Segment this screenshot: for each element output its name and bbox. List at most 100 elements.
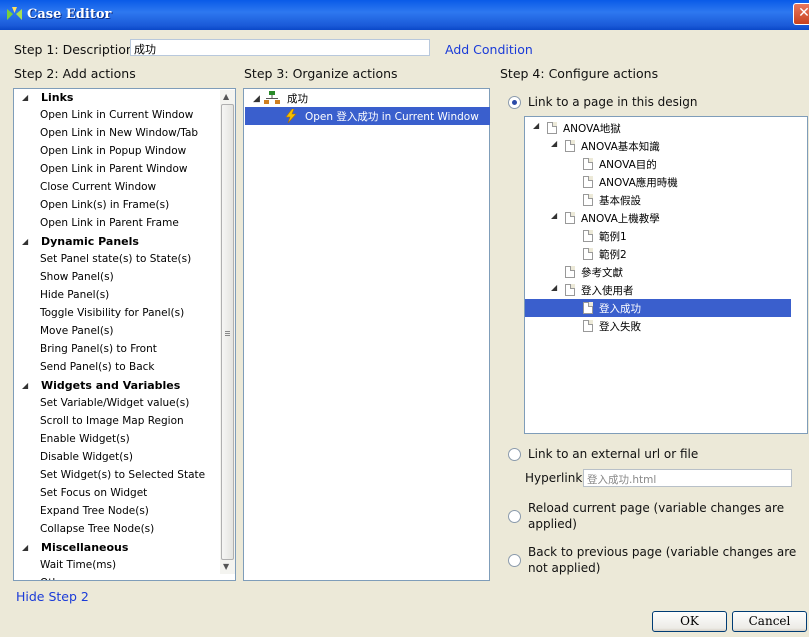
page-icon (583, 194, 593, 206)
action-item[interactable]: Show Panel(s) (40, 271, 114, 283)
action-item[interactable]: Set Widget(s) to Selected State (40, 469, 205, 481)
action-item[interactable]: Bring Panel(s) to Front (40, 343, 157, 355)
action-item[interactable]: Hide Panel(s) (40, 289, 109, 301)
page-icon (583, 158, 593, 170)
radio-reload[interactable] (508, 510, 521, 523)
page-icon (583, 302, 593, 314)
case-tree-icon (264, 91, 280, 104)
description-input[interactable]: 成功 (130, 39, 430, 56)
action-item[interactable]: Open Link(s) in Frame(s) (40, 199, 169, 211)
tree-node-label: ANOVA上機教學 (581, 213, 660, 225)
page-tree: ◢ ANOVA地獄 ◢ ANOVA基本知識 ANOVA目的 ANOVA應用時機 基本假設 ◢ A… (524, 116, 808, 434)
scroll-up-icon[interactable]: ▲ (223, 92, 229, 101)
tree-node[interactable]: 範例1 (525, 227, 791, 245)
action-item[interactable]: Open Link in Current Window (40, 109, 193, 121)
group-collapse-icon[interactable]: ◢ (22, 93, 28, 102)
tree-node[interactable]: 基本假設 (525, 191, 791, 209)
action-item[interactable]: Set Panel state(s) to State(s) (40, 253, 191, 265)
tree-node-label: 參考文獻 (581, 267, 623, 279)
page-icon (547, 122, 557, 134)
cancel-button[interactable]: Cancel (732, 611, 807, 632)
tree-node[interactable]: ◢ ANOVA基本知識 (525, 137, 791, 155)
action-item[interactable]: Open Link in New Window/Tab (40, 127, 198, 139)
tree-node-label: 登入失敗 (599, 321, 641, 333)
reload-label-1: Reload current page (variable changes ar… (528, 501, 785, 515)
page-icon (583, 248, 593, 260)
close-button[interactable]: ✕ (793, 3, 809, 25)
window-title: Case Editor (27, 7, 112, 22)
radio-external-url[interactable] (508, 448, 521, 461)
actions-scrollbar[interactable]: ▲ ▼ (220, 90, 235, 574)
collapse-arrow-icon[interactable]: ◢ (253, 94, 260, 104)
tree-node-label: 登入使用者 (581, 285, 634, 297)
organize-actions-panel: ◢ 成功 Open 登入成功 in Current Window (243, 88, 490, 581)
action-group-2[interactable]: Widgets and Variables (41, 379, 180, 392)
link-page-label: Link to a page in this design (528, 95, 698, 109)
tree-node-label: ANOVA目的 (599, 159, 657, 171)
hide-step2-link[interactable]: Hide Step 2 (16, 589, 89, 604)
tree-node[interactable]: ANOVA目的 (525, 155, 791, 173)
action-item[interactable]: Other (40, 577, 70, 580)
page-icon (583, 176, 593, 188)
page-icon (583, 230, 593, 242)
action-item[interactable]: Enable Widget(s) (40, 433, 130, 445)
reload-label-2: applied) (528, 517, 577, 531)
lightning-icon (285, 109, 297, 123)
tree-node[interactable]: ◢ ANOVA地獄 (525, 119, 791, 137)
tree-node-label: 登入成功 (599, 303, 641, 315)
tree-expand-icon[interactable]: ◢ (551, 283, 557, 292)
selected-action[interactable]: Open 登入成功 in Current Window (245, 107, 490, 125)
action-item[interactable]: Set Variable/Widget value(s) (40, 397, 189, 409)
tree-node[interactable]: ◢ 登入使用者 (525, 281, 791, 299)
tree-node[interactable]: 參考文獻 (525, 263, 791, 281)
tree-node-label: ANOVA基本知識 (581, 141, 660, 153)
action-group-0[interactable]: Links (41, 91, 73, 104)
ok-button[interactable]: OK (652, 611, 727, 632)
axure-app-icon (7, 7, 22, 20)
step2-label: Step 2: Add actions (14, 66, 136, 81)
tree-node[interactable]: 範例2 (525, 245, 791, 263)
action-item[interactable]: Collapse Tree Node(s) (40, 523, 154, 535)
action-item[interactable]: Send Panel(s) to Back (40, 361, 154, 373)
tree-node-label: ANOVA應用時機 (599, 177, 678, 189)
tree-expand-icon[interactable]: ◢ (551, 211, 557, 220)
group-collapse-icon[interactable]: ◢ (22, 543, 28, 552)
action-item[interactable]: Open Link in Parent Frame (40, 217, 179, 229)
action-item[interactable]: Open Link in Parent Window (40, 163, 187, 175)
action-group-1[interactable]: Dynamic Panels (41, 235, 139, 248)
tree-node-label: 基本假設 (599, 195, 641, 207)
hyperlink-input[interactable]: 登入成功.html (583, 469, 792, 487)
action-item[interactable]: Close Current Window (40, 181, 156, 193)
tree-node[interactable]: ANOVA應用時機 (525, 173, 791, 191)
add-condition-link[interactable]: Add Condition (445, 42, 533, 57)
page-icon (565, 266, 575, 278)
tree-node[interactable]: 登入失敗 (525, 317, 791, 335)
action-item[interactable]: Scroll to Image Map Region (40, 415, 184, 427)
step3-label: Step 3: Organize actions (244, 66, 398, 81)
radio-link-page[interactable] (508, 96, 521, 109)
back-label-1: Back to previous page (variable changes … (528, 545, 797, 559)
radio-back[interactable] (508, 554, 521, 567)
action-item[interactable]: Disable Widget(s) (40, 451, 133, 463)
page-icon (565, 212, 575, 224)
group-collapse-icon[interactable]: ◢ (22, 237, 28, 246)
action-item[interactable]: Expand Tree Node(s) (40, 505, 149, 517)
tree-expand-icon[interactable]: ◢ (533, 121, 539, 130)
tree-node-label: ANOVA地獄 (563, 123, 621, 135)
action-item[interactable]: Toggle Visibility for Panel(s) (40, 307, 184, 319)
tree-node[interactable]: 登入成功 (525, 299, 791, 317)
tree-expand-icon[interactable]: ◢ (551, 139, 557, 148)
action-group-3[interactable]: Miscellaneous (41, 541, 128, 554)
tree-node-label: 範例2 (599, 249, 627, 261)
case-name[interactable]: 成功 (287, 91, 308, 106)
scroll-thumb[interactable] (221, 104, 234, 560)
action-item[interactable]: Open Link in Popup Window (40, 145, 186, 157)
tree-node[interactable]: ◢ ANOVA上機教學 (525, 209, 791, 227)
group-collapse-icon[interactable]: ◢ (22, 381, 28, 390)
action-item[interactable]: Set Focus on Widget (40, 487, 147, 499)
action-item[interactable]: Move Panel(s) (40, 325, 114, 337)
hyperlink-label: Hyperlink (525, 471, 583, 485)
tree-node-label: 範例1 (599, 231, 627, 243)
scroll-down-icon[interactable]: ▼ (223, 562, 229, 571)
action-item[interactable]: Wait Time(ms) (40, 559, 116, 571)
